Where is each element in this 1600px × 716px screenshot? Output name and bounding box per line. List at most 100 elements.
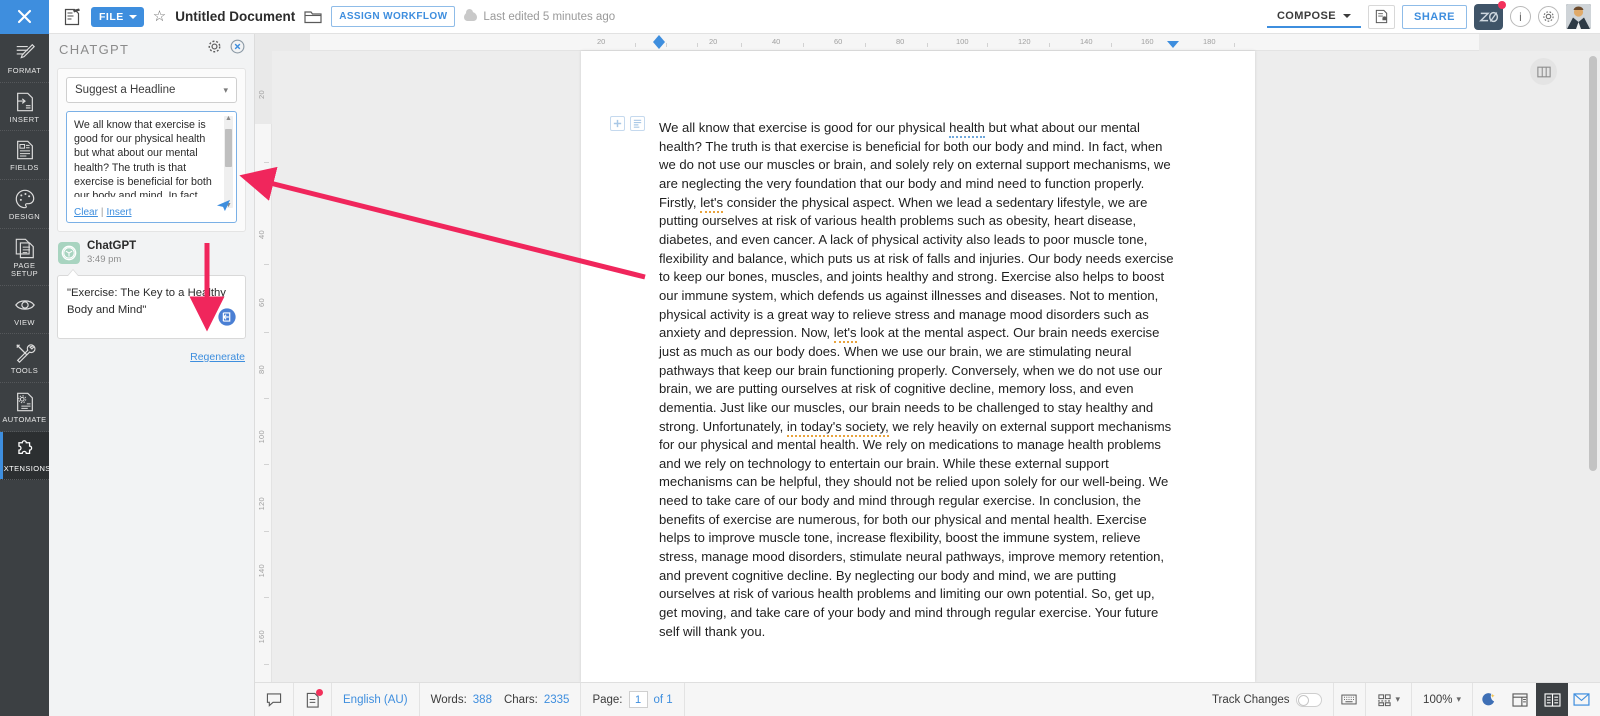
language-selector[interactable]: English (AU) xyxy=(332,682,420,716)
zia-assistant-button[interactable] xyxy=(1474,0,1506,30)
prompt-input-text: We all know that exercise is good for ou… xyxy=(74,119,212,197)
comment-count-badge xyxy=(316,688,323,696)
track-changes-toggle[interactable] xyxy=(1295,692,1322,707)
dark-mode-button[interactable] xyxy=(1472,682,1504,716)
scroll-up-icon[interactable]: ▲ xyxy=(225,115,232,122)
comment-button[interactable] xyxy=(255,682,294,716)
chatgpt-panel-title: CHATGPT xyxy=(59,41,130,57)
page-total: of 1 xyxy=(653,693,673,706)
clear-link[interactable]: Clear xyxy=(74,207,98,218)
chevron-down-icon xyxy=(128,14,137,19)
chat-timestamp: 3:49 pm xyxy=(87,253,122,265)
share-button[interactable]: SHARE xyxy=(1401,4,1467,29)
sidebar-item-insert[interactable]: INSERT xyxy=(0,83,49,132)
keyboard-shortcuts-button[interactable] xyxy=(1332,682,1365,716)
sidebar-item-label: INSERT xyxy=(9,114,40,124)
prompt-type-select[interactable]: Suggest a Headline ▾ xyxy=(66,77,237,103)
tools-wrench-icon xyxy=(14,342,36,364)
automate-gear-doc-icon xyxy=(14,391,36,413)
gear-icon[interactable] xyxy=(207,39,222,59)
close-circle-icon[interactable] xyxy=(230,39,245,59)
regenerate-action: Regenerate xyxy=(49,339,254,365)
close-icon[interactable] xyxy=(0,0,49,34)
prompt-input-box[interactable]: We all know that exercise is good for ou… xyxy=(66,111,237,223)
web-layout-icon xyxy=(1512,692,1528,707)
sidebar-item-label: AUTOMATE xyxy=(2,415,47,424)
compose-button[interactable]: COMPOSE xyxy=(1266,5,1361,28)
hruler-tick-label: 100 xyxy=(956,37,969,46)
prompt-scrollbar[interactable]: ▲ ▼ xyxy=(224,115,233,209)
sidebar-item-format[interactable]: FORMAT xyxy=(0,34,49,83)
send-paper-plane-icon[interactable] xyxy=(216,198,231,218)
panel-layout-icon[interactable] xyxy=(1530,58,1557,85)
document-body-text[interactable]: We all know that exercise is good for ou… xyxy=(659,119,1174,641)
vruler-margin-shade xyxy=(255,34,272,124)
sidebar-item-fields[interactable]: FIELDS xyxy=(0,131,49,180)
regenerate-link[interactable]: Regenerate xyxy=(190,351,245,363)
document-page[interactable]: We all know that exercise is good for ou… xyxy=(581,51,1255,682)
vertical-ruler[interactable]: 20 40 60 80 100 120 140 160 xyxy=(255,34,272,682)
sidebar-item-automate[interactable]: AUTOMATE xyxy=(0,383,49,432)
gear-icon[interactable] xyxy=(1538,6,1559,27)
hruler-tick-label: 80 xyxy=(896,37,905,46)
avatar[interactable] xyxy=(1566,4,1591,29)
spellcheck-underline: in today's society, xyxy=(786,418,889,437)
add-paragraph-icon[interactable] xyxy=(610,116,625,131)
view-mail-layout-button[interactable] xyxy=(1568,683,1600,716)
sidebar-item-design[interactable]: DESIGN xyxy=(0,180,49,229)
folder-icon[interactable] xyxy=(304,9,322,24)
star-outline-icon[interactable]: ☆ xyxy=(153,9,166,24)
grammar-underline: health xyxy=(949,120,985,138)
chatgpt-prompt-card: Suggest a Headline ▾ We all know that ex… xyxy=(57,68,246,232)
page-break-control[interactable]: ▾ xyxy=(1364,682,1412,716)
editor-area: 20 20 40 60 80 100 120 140 160 180 We al… xyxy=(272,34,1600,682)
word-count: Words: 388 Chars: 2335 xyxy=(420,682,582,716)
chevron-down-icon: ▾ xyxy=(1456,694,1461,704)
insert-into-document-icon[interactable] xyxy=(217,307,237,332)
vruler-tick-label: 40 xyxy=(257,230,266,239)
vruler-tick-label: 80 xyxy=(257,365,266,374)
vruler-tick-label: 140 xyxy=(257,564,266,578)
vruler-tick-label: 20 xyxy=(257,90,266,99)
vruler-tick-label: 160 xyxy=(257,630,266,644)
indent-marker-right[interactable] xyxy=(1167,41,1179,48)
zoom-control[interactable]: 100% ▾ xyxy=(1411,682,1472,716)
document-edit-icon[interactable] xyxy=(62,7,82,27)
hruler-tick-label: 140 xyxy=(1080,37,1093,46)
document-vertical-scrollbar[interactable] xyxy=(1589,56,1597,471)
insert-link[interactable]: Insert xyxy=(107,207,132,218)
page-number-input[interactable]: 1 xyxy=(628,691,648,708)
design-palette-icon xyxy=(14,188,36,210)
body-text-run: look at the mental aspect. Our brain nee… xyxy=(659,325,1163,434)
zoom-value: 100% xyxy=(1423,693,1453,706)
review-button[interactable] xyxy=(294,682,332,716)
chatgpt-panel: CHATGPT Suggest a Headline ▾ We all know… xyxy=(49,34,255,716)
comment-bubble-icon xyxy=(266,693,282,707)
indent-marker-top[interactable] xyxy=(653,35,665,42)
sidebar-item-view[interactable]: VIEW xyxy=(0,286,49,335)
indent-marker-first-line[interactable] xyxy=(653,42,665,49)
sidebar-item-tools[interactable]: TOOLS xyxy=(0,334,49,383)
chatgpt-logo-icon xyxy=(58,242,80,265)
chat-message-meta: ChatGPT 3:49 pm xyxy=(49,232,254,266)
notification-document-button[interactable] xyxy=(1367,4,1395,29)
horizontal-ruler[interactable]: 20 20 40 60 80 100 120 140 160 180 xyxy=(272,34,1600,51)
words-value: 388 xyxy=(472,693,492,706)
info-circle-icon[interactable]: i xyxy=(1510,6,1531,27)
sidebar-item-extensions[interactable]: EXTENSIONS xyxy=(0,431,50,481)
chevron-down-icon: ▾ xyxy=(1395,694,1401,704)
track-changes-control[interactable]: Track Changes xyxy=(1201,683,1333,716)
assign-workflow-button[interactable]: ASSIGN WORKFLOW xyxy=(331,6,456,27)
fields-document-icon xyxy=(14,139,36,161)
sidebar-item-page-setup[interactable]: PAGE SETUP xyxy=(0,229,49,286)
hruler-margin-shade-left xyxy=(272,34,310,51)
file-menu-button[interactable]: FILE xyxy=(91,6,144,27)
sidebar-item-label: VIEW xyxy=(14,317,35,327)
vruler-position-marker[interactable] xyxy=(257,173,269,185)
view-web-layout-button[interactable] xyxy=(1504,683,1536,716)
paragraph-style-icon[interactable] xyxy=(630,116,645,131)
insert-page-icon xyxy=(14,91,36,113)
chat-author-name: ChatGPT xyxy=(87,240,137,252)
prompt-scroll-thumb[interactable] xyxy=(225,129,232,167)
view-book-layout-button[interactable] xyxy=(1536,682,1568,716)
